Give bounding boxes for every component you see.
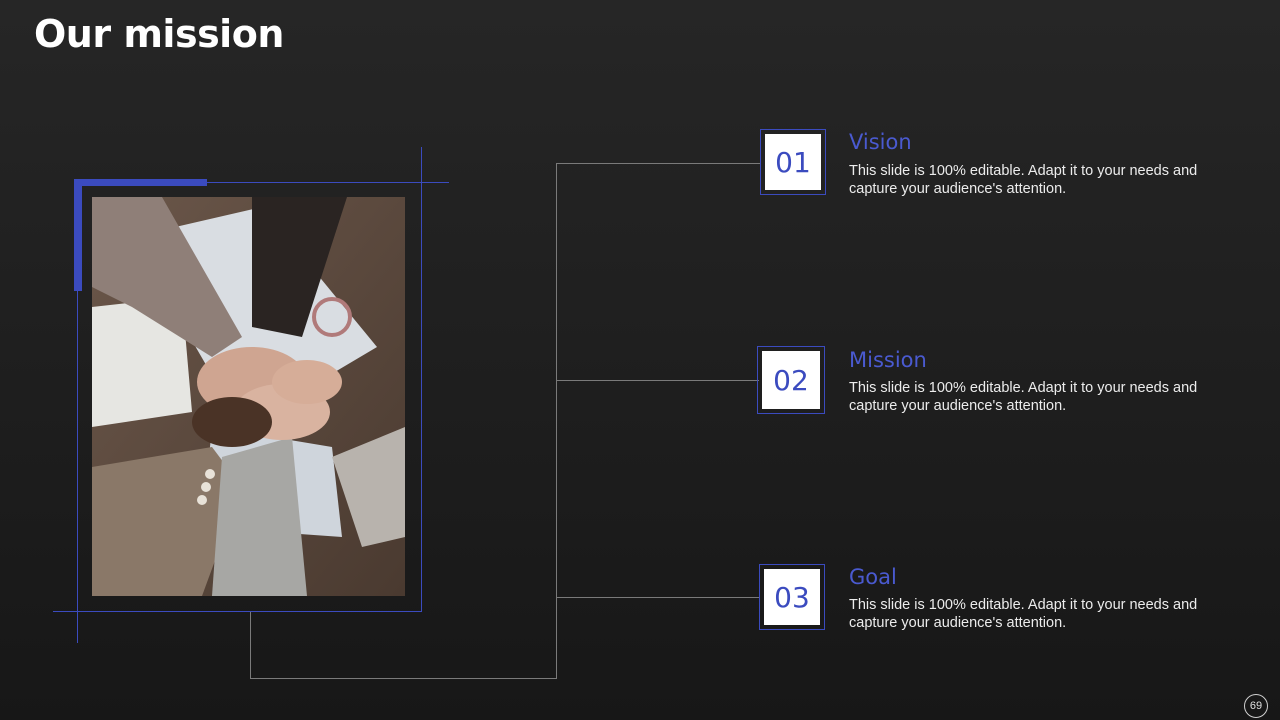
slide-title: Our mission — [34, 12, 284, 56]
item-number-box: 02 — [757, 346, 825, 414]
item-number: 02 — [762, 351, 820, 409]
connector-photo-down — [250, 612, 251, 678]
connector-branch-3 — [556, 597, 760, 598]
item-title: Vision — [849, 130, 912, 154]
connector-trunk — [556, 163, 557, 678]
item-description: This slide is 100% editable. Adapt it to… — [849, 597, 1198, 631]
frame-line-bottom — [53, 611, 421, 612]
connector-branch-1 — [556, 163, 761, 164]
frame-accent-horizontal — [74, 179, 207, 186]
item-number-box: 01 — [760, 129, 826, 195]
item-number: 01 — [765, 134, 821, 190]
frame-accent-vertical — [74, 179, 82, 291]
item-title: Mission — [849, 348, 927, 372]
item-title: Goal — [849, 565, 897, 589]
item-description: This slide is 100% editable. Adapt it to… — [849, 380, 1198, 414]
item-number: 03 — [764, 569, 820, 625]
team-hands-illustration — [92, 197, 405, 596]
item-description: This slide is 100% editable. Adapt it to… — [849, 163, 1198, 197]
page-number: 69 — [1244, 694, 1268, 718]
frame-line-right — [421, 147, 422, 612]
connector-bottom — [250, 678, 557, 679]
team-photo — [92, 197, 405, 596]
connector-branch-2 — [556, 380, 759, 381]
item-number-box: 03 — [759, 564, 825, 630]
